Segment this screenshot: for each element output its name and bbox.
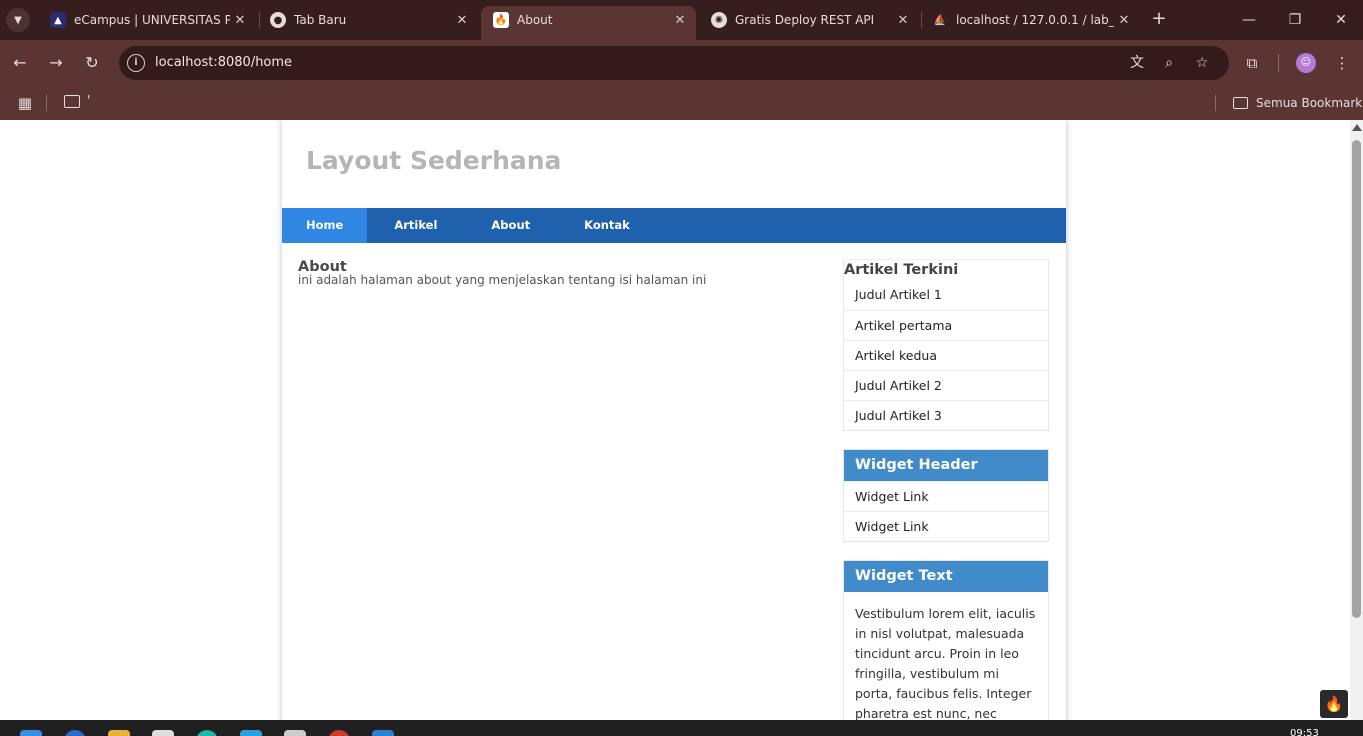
vscode-icon[interactable] [240, 730, 262, 736]
site-header: Layout Sederhana [282, 120, 1066, 208]
main-nav: Home Artikel About Kontak [282, 208, 1066, 243]
restore-button[interactable]: ❐ [1282, 8, 1308, 32]
file-explorer-icon[interactable] [108, 730, 130, 736]
recent-articles-title: Artikel Terkini [844, 262, 959, 278]
tab-title: eCampus | UNIVERSITAS PELITA BANGSA [74, 13, 230, 27]
widget-text: Widget Text Vestibulum lorem elit, iacul… [843, 560, 1049, 720]
edge-icon[interactable] [196, 730, 218, 736]
recent-article-link[interactable]: Judul Artikel 1 [844, 280, 1048, 310]
close-icon[interactable]: ✕ [893, 13, 913, 28]
avatar-icon: ☺ [1300, 57, 1312, 68]
widget-link[interactable]: Widget Link [844, 481, 1048, 511]
bookmark-divider [1215, 95, 1216, 111]
tab-title: About [517, 13, 553, 27]
scroll-up-arrow[interactable] [1352, 124, 1362, 131]
site-title: Layout Sederhana [306, 146, 562, 175]
profile-avatar[interactable]: ☺ [1296, 53, 1316, 73]
close-icon[interactable]: ✕ [670, 13, 690, 28]
scroll-thumb[interactable] [1352, 140, 1361, 618]
minimize-button[interactable]: — [1236, 8, 1262, 32]
nav-artikel[interactable]: Artikel [367, 208, 464, 243]
tab-search-button[interactable]: ▼ [6, 8, 30, 32]
notepad-icon[interactable] [152, 730, 174, 736]
os-taskbar: 09:53 [0, 720, 1363, 736]
all-bookmarks-button[interactable]: Semua Bookmark [1233, 94, 1362, 112]
bookmark-star-icon[interactable]: ☆ [1192, 53, 1212, 73]
codeigniter-icon: 🔥 [493, 12, 509, 28]
close-icon[interactable]: ✕ [452, 13, 472, 28]
openai-icon: ✺ [711, 12, 727, 28]
new-tab-button[interactable]: + [1148, 9, 1170, 31]
toolbar-divider [1278, 54, 1279, 72]
recent-article-link[interactable]: Artikel pertama [844, 310, 1048, 340]
menu-button[interactable]: ⋮ [1330, 51, 1354, 75]
recent-articles-list: Judul Artikel 1 Artikel pertama Artikel … [844, 280, 1048, 430]
all-bookmarks-label: Semua Bookmark [1256, 96, 1363, 110]
tab-title: Gratis Deploy REST API [735, 13, 875, 27]
widget-link[interactable]: Widget Link [844, 511, 1048, 541]
windows-start-icon[interactable] [20, 730, 42, 736]
folder-icon[interactable] [64, 95, 80, 108]
tab-title: Tab Baru [294, 13, 347, 27]
bookmark-divider [46, 95, 47, 111]
extensions-icon[interactable]: ⧉ [1240, 51, 1264, 75]
url-text[interactable]: localhost:8080/home [155, 46, 292, 80]
widget-text-body: Vestibulum lorem elit, iaculis in nisl v… [855, 606, 1036, 720]
site-info-icon[interactable]: i [127, 54, 145, 72]
recent-article-link[interactable]: Judul Artikel 2 [844, 370, 1048, 400]
folder-icon [1233, 97, 1248, 109]
bookmarks-bar: ▦ ' Semua Bookmark [0, 86, 1363, 120]
tab-phpmyadmin[interactable]: ⛵ localhost / 127.0.0.1 / lab_ci4 ✕ [920, 6, 1140, 34]
tab-title: localhost / 127.0.0.1 / lab_ci4 [956, 13, 1114, 27]
page-scrollbar[interactable] [1350, 120, 1363, 720]
phpmyadmin-icon: ⛵ [933, 14, 947, 26]
ecampus-icon: ▲ [50, 12, 66, 28]
bookmark-folder-label[interactable]: ' [87, 93, 90, 107]
reload-button[interactable]: ↻ [80, 51, 104, 75]
close-icon[interactable]: ✕ [1114, 13, 1134, 28]
recent-article-link[interactable]: Artikel kedua [844, 340, 1048, 370]
nav-home[interactable]: Home [282, 208, 368, 243]
widget-text-title: Widget Text [844, 561, 1048, 592]
nav-kontak[interactable]: Kontak [557, 208, 657, 243]
recent-article-link[interactable]: Judul Artikel 3 [844, 400, 1048, 430]
browser-toolbar: ← → ↻ i localhost:8080/home 文 ⌕ ☆ ⧉ ☺ ⋮ [0, 40, 1363, 86]
site-container: Layout Sederhana Home Artikel About Kont… [282, 120, 1066, 720]
content-text: ini adalah halaman about yang menjelaska… [298, 273, 707, 287]
widget-links: Widget Header Widget Link Widget Link [843, 449, 1049, 542]
terminal-icon[interactable] [284, 730, 306, 736]
main-content: About ini adalah halaman about yang menj… [298, 259, 818, 287]
translate-icon[interactable]: 文 [1127, 53, 1147, 73]
close-icon[interactable]: ✕ [230, 13, 250, 28]
chrome-taskbar-icon[interactable] [328, 730, 350, 736]
forward-button[interactable]: → [44, 51, 68, 75]
search-icon[interactable] [64, 730, 86, 736]
tab-gratis-deploy[interactable]: ✺ Gratis Deploy REST API ✕ [699, 6, 919, 34]
chrome-icon: ● [270, 12, 286, 28]
app-icon[interactable] [372, 730, 394, 736]
zoom-icon[interactable]: ⌕ [1159, 53, 1179, 73]
sidebar: Artikel Terkini Judul Artikel 1 Artikel … [843, 259, 1049, 720]
nav-about[interactable]: About [464, 208, 557, 243]
widget-header-title: Widget Header [844, 450, 1048, 481]
apps-grid-icon[interactable]: ▦ [16, 94, 34, 112]
tab-baru[interactable]: ● Tab Baru ✕ [258, 6, 478, 34]
address-bar[interactable]: i localhost:8080/home 文 ⌕ ☆ [119, 46, 1229, 80]
tab-ecampus[interactable]: ▲ eCampus | UNIVERSITAS PELITA BANGSA ✕ [38, 6, 256, 34]
recent-articles-widget: Artikel Terkini Judul Artikel 1 Artikel … [843, 259, 1049, 431]
tab-strip: ▼ ▲ eCampus | UNIVERSITAS PELITA BANGSA … [0, 0, 1363, 40]
codeigniter-debug-icon[interactable]: 🔥 [1320, 690, 1348, 718]
page-viewport: Layout Sederhana Home Artikel About Kont… [0, 120, 1350, 720]
window-close-button[interactable]: ✕ [1328, 8, 1354, 32]
chevron-down-icon: ▼ [14, 14, 22, 26]
back-button[interactable]: ← [8, 51, 32, 75]
tab-about[interactable]: 🔥 About ✕ [481, 6, 696, 40]
taskbar-clock: 09:53 [1290, 728, 1319, 736]
